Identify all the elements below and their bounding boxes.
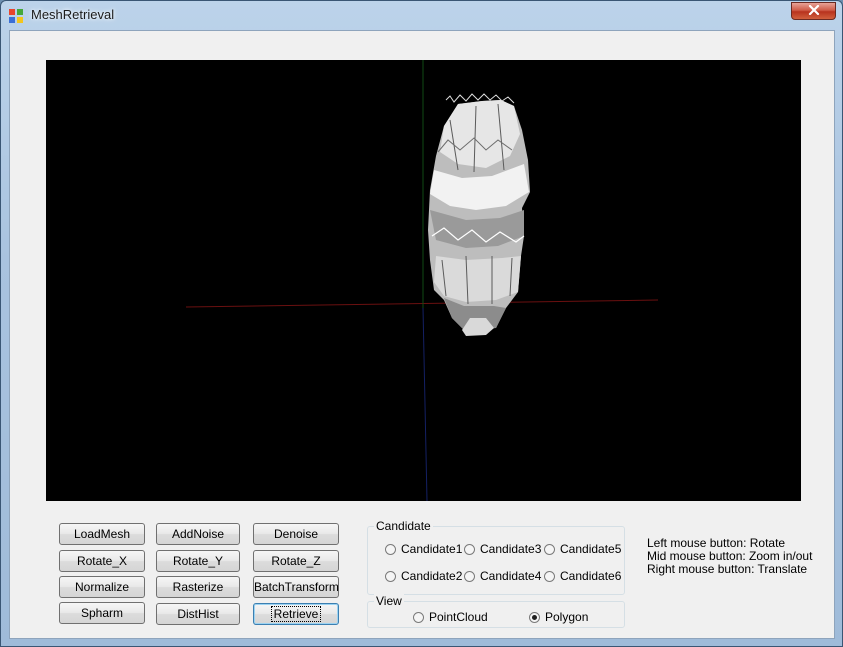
candidate3-label: Candidate3: [480, 542, 542, 556]
candidate3-radio[interactable]: Candidate3: [464, 542, 541, 556]
candidate6-label: Candidate6: [560, 569, 622, 583]
candidate-groupbox: Candidate Candidate1 Candidate3 Candidat…: [367, 519, 625, 595]
title-bar[interactable]: MeshRetrieval: [1, 1, 842, 29]
candidate2-label: Candidate2: [401, 569, 463, 583]
close-button[interactable]: [791, 2, 836, 20]
client-area: LoadMesh AddNoise Denoise Rotate_X Rotat…: [9, 30, 835, 639]
x-icon: [808, 2, 820, 20]
dist-hist-button[interactable]: DistHist: [156, 603, 240, 625]
mouse-help-text: Left mouse button: Rotate Mid mouse butt…: [647, 537, 812, 576]
batch-transform-button[interactable]: BatchTransform: [253, 576, 339, 598]
app-window: MeshRetrieval LoadMesh AddNoise Denoise …: [0, 0, 843, 647]
candidate6-radio[interactable]: Candidate6: [544, 569, 621, 583]
window-title: MeshRetrieval: [31, 7, 115, 22]
rotate-x-button[interactable]: Rotate_X: [59, 550, 145, 572]
radio-checked-icon: [529, 611, 540, 623]
candidate-group-label: Candidate: [374, 519, 433, 533]
denoise-button[interactable]: Denoise: [253, 523, 339, 545]
help-right-mouse: Right mouse button: Translate: [647, 562, 808, 576]
view-groupbox: View PointCloud Polygon: [367, 594, 625, 628]
rotate-y-button[interactable]: Rotate_Y: [156, 550, 240, 572]
view-group-label: View: [374, 594, 404, 608]
render-viewport[interactable]: [46, 60, 801, 502]
radio-circle-icon: [544, 543, 555, 555]
candidate1-radio[interactable]: Candidate1: [385, 542, 462, 556]
rasterize-button[interactable]: Rasterize: [156, 576, 240, 598]
x-axis-line: [185, 299, 659, 308]
radio-circle-icon: [413, 611, 424, 623]
normalize-button[interactable]: Normalize: [59, 576, 145, 598]
radio-circle-icon: [464, 543, 475, 555]
spharm-button[interactable]: Spharm: [59, 602, 145, 624]
retrieve-button-label: Retrieve: [270, 606, 322, 622]
polygon-radio[interactable]: Polygon: [529, 610, 588, 624]
load-mesh-button[interactable]: LoadMesh: [59, 523, 145, 545]
z-axis-line: [422, 307, 428, 502]
radio-circle-icon: [464, 570, 475, 582]
add-noise-button[interactable]: AddNoise: [156, 523, 240, 545]
candidate4-radio[interactable]: Candidate4: [464, 569, 541, 583]
candidate1-label: Candidate1: [401, 542, 463, 556]
app-icon: [8, 8, 24, 24]
candidate5-radio[interactable]: Candidate5: [544, 542, 621, 556]
polygon-label: Polygon: [545, 610, 589, 624]
mesh-model: [428, 93, 530, 336]
candidate4-label: Candidate4: [480, 569, 542, 583]
retrieve-button[interactable]: Retrieve: [253, 603, 339, 625]
pointcloud-label: PointCloud: [429, 610, 488, 624]
mesh-render: [185, 60, 659, 502]
pointcloud-radio[interactable]: PointCloud: [413, 610, 488, 624]
radio-circle-icon: [385, 570, 396, 582]
candidate5-label: Candidate5: [560, 542, 622, 556]
radio-circle-icon: [385, 543, 396, 555]
candidate2-radio[interactable]: Candidate2: [385, 569, 462, 583]
rotate-z-button[interactable]: Rotate_Z: [253, 550, 339, 572]
radio-circle-icon: [544, 570, 555, 582]
